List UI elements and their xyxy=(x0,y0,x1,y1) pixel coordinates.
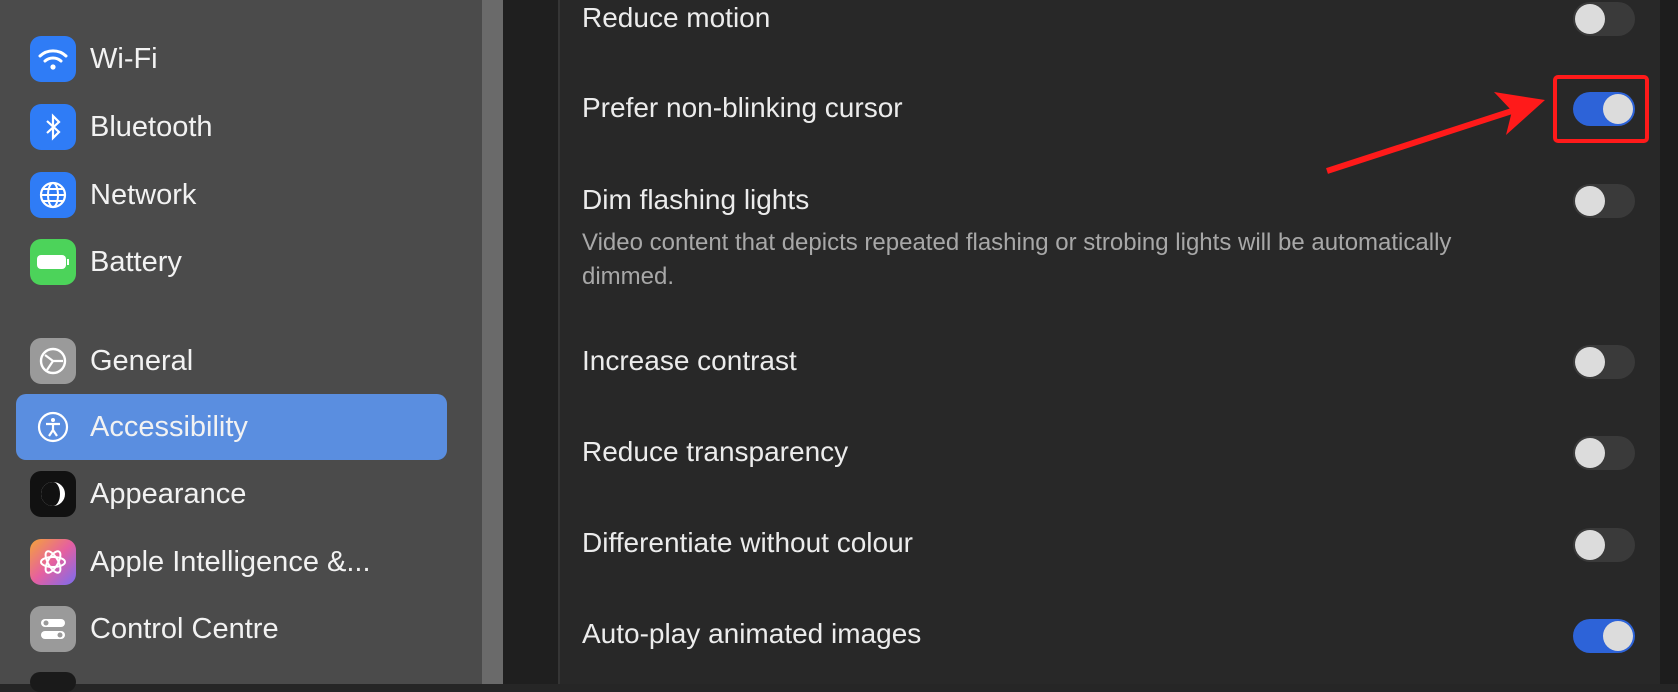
annotation-arrow-icon xyxy=(1326,92,1545,174)
